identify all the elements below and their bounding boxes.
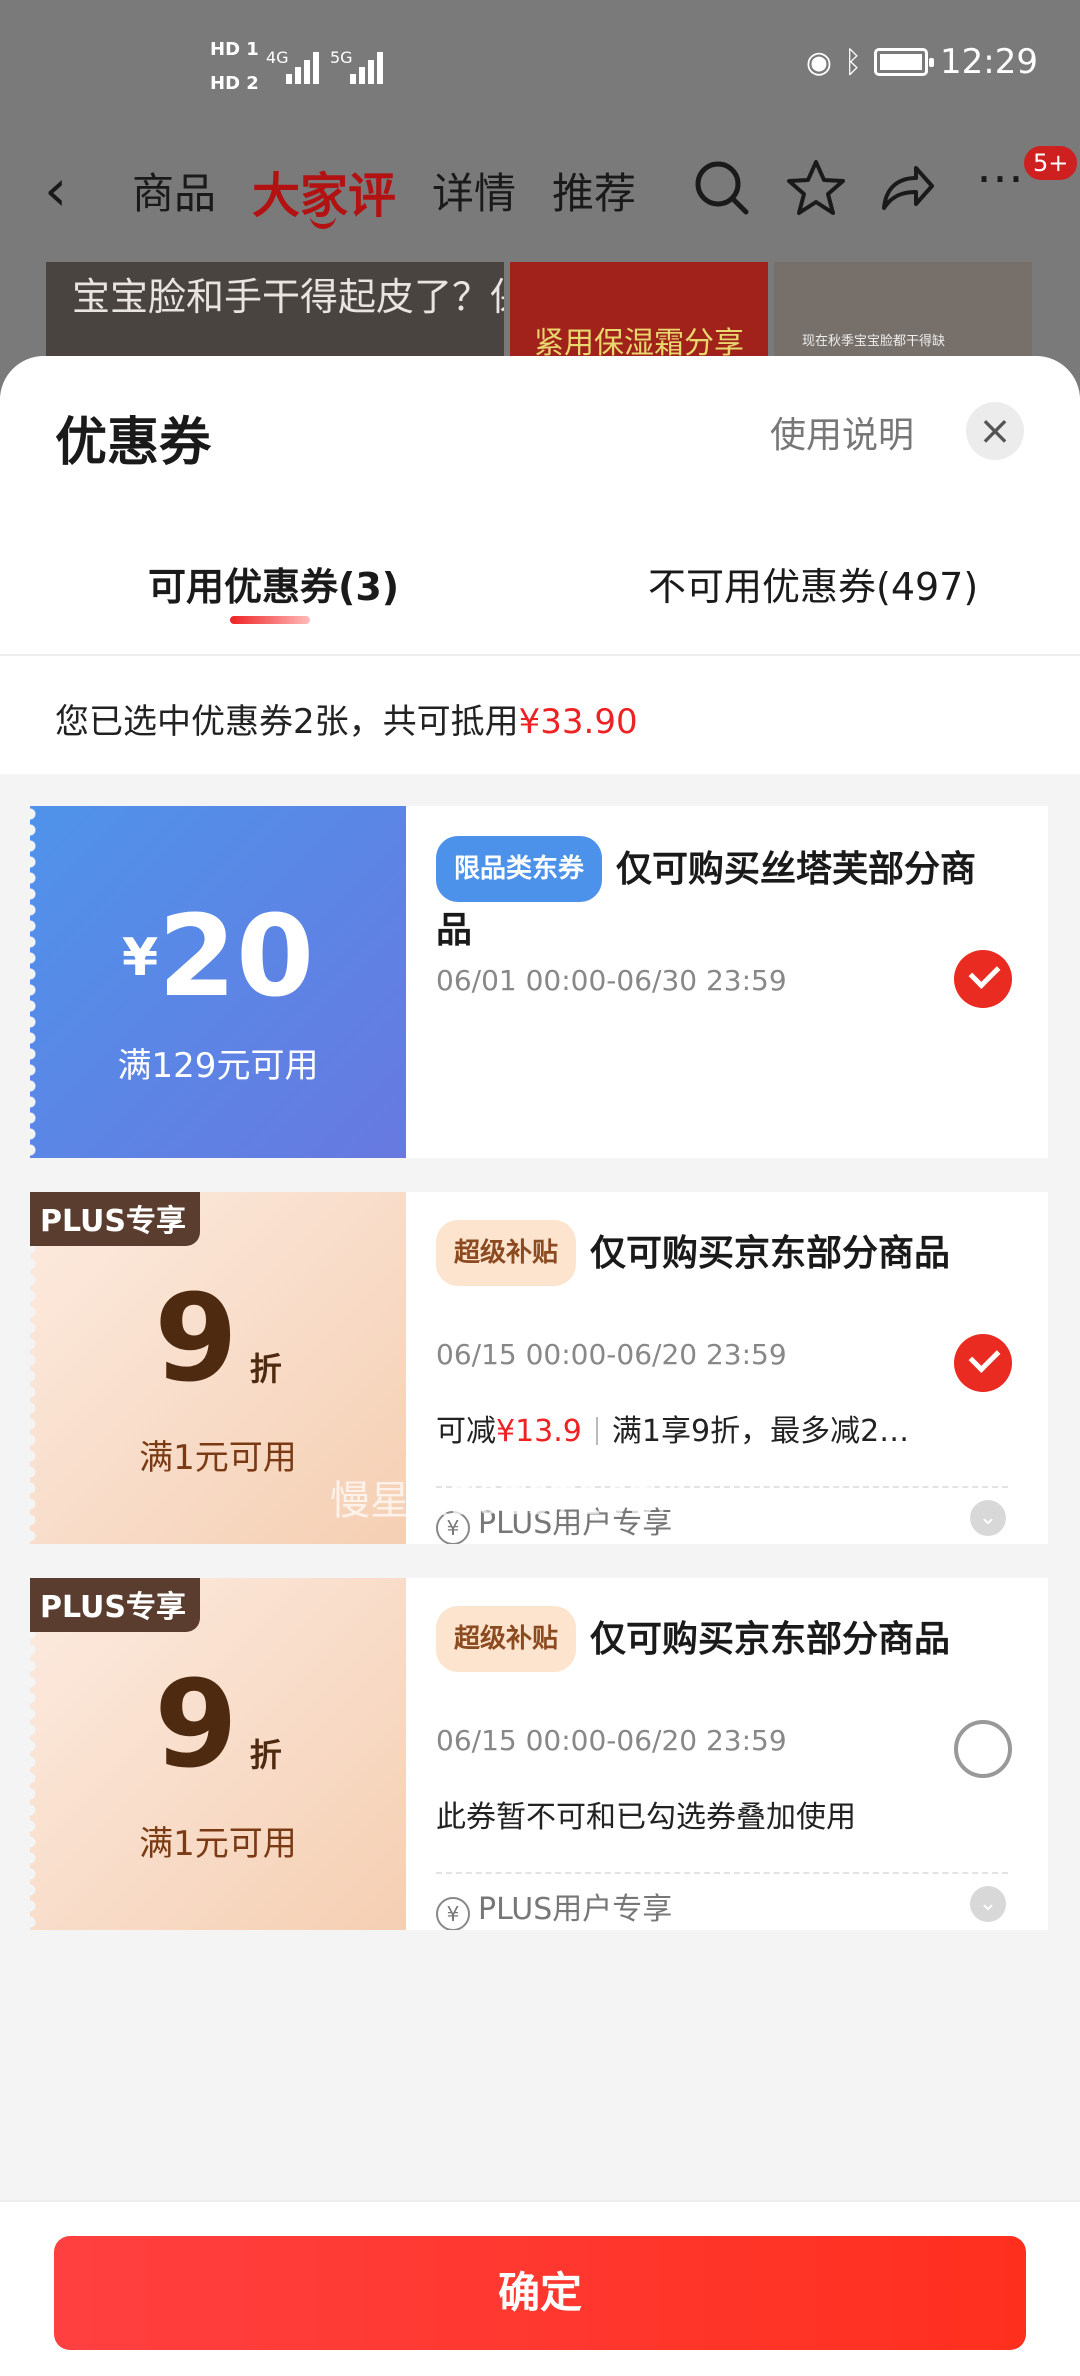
- tab-products[interactable]: 商品: [132, 160, 216, 221]
- coupon-validity: 06/15 00:00-06/20 23:59: [436, 1338, 787, 1371]
- tab-details[interactable]: 详情: [432, 160, 516, 221]
- coupon-condition: 满1元可用: [139, 1824, 297, 1864]
- plus-user-only: ¥ PLUS用户专享: [436, 1884, 672, 1930]
- review-banner-1[interactable]: 宝宝脸和手干得起皮了？保湿神器大白罐…: [46, 262, 504, 362]
- review-banner-3[interactable]: 现在秋季宝宝脸都干得缺: [774, 262, 1032, 362]
- coupon-title: 限品类东券 仅可购买丝塔芙部分商品: [436, 836, 988, 960]
- coupon-savings: 可减¥13.9 满1享9折，最多减2…: [436, 1414, 910, 1449]
- battery-icon: [874, 48, 935, 76]
- close-icon[interactable]: ×: [966, 402, 1024, 460]
- plus-exclusive-tag: PLUS专享: [30, 1192, 201, 1246]
- signal-bars-icon: [286, 48, 324, 84]
- chevron-down-icon[interactable]: ⌄: [970, 1886, 1006, 1922]
- plus-exclusive-tag: PLUS专享: [30, 1578, 201, 1632]
- coupon-checkbox-checked[interactable]: [954, 950, 1012, 1008]
- coupon-stack-note: 此券暂不可和已勾选券叠加使用: [436, 1800, 856, 1835]
- watermark: 慢星人5035716BN: [330, 1478, 686, 1524]
- coupon-tag: 超级补贴: [436, 1606, 577, 1672]
- tab-available-coupons[interactable]: 可用优惠券(3): [148, 556, 399, 611]
- coupon-card[interactable]: PLUS专享 9折 满1元可用 超级补贴 仅可购买京东部分商品 06/15 00:…: [30, 1578, 1048, 1930]
- sheet-footer: 确定: [0, 2200, 1080, 2376]
- sim-indicator: HD 1 HD 2: [210, 39, 259, 94]
- back-arrow-icon[interactable]: ‹: [44, 156, 67, 224]
- coupon-condition: 满129元可用: [117, 1046, 319, 1086]
- search-icon[interactable]: [690, 156, 754, 220]
- more-icon[interactable]: ⋯: [976, 150, 1024, 206]
- coupon-tag: 超级补贴: [436, 1220, 577, 1286]
- summary-amount: ¥33.90: [518, 702, 638, 742]
- coupon-discount: 9折: [154, 1656, 282, 1795]
- eye-icon: ◉: [805, 44, 833, 80]
- coupon-checkbox-checked[interactable]: [954, 1334, 1012, 1392]
- review-banner-2[interactable]: 紧用保湿霜分享: [510, 262, 768, 362]
- notification-badge: 5+: [1022, 144, 1080, 182]
- coupon-value-panel: PLUS专享 9折 满1元可用: [30, 1578, 406, 1930]
- star-icon[interactable]: [784, 156, 848, 220]
- status-bar: HD 1 HD 2 4G 5G ◉ ᛒ 12:29: [0, 0, 1080, 130]
- selection-summary: 您已选中优惠券2张，共可抵用¥33.90: [0, 656, 1080, 774]
- coupon-card[interactable]: ¥20 满129元可用 限品类东券 仅可购买丝塔芙部分商品 06/01 00:00…: [30, 806, 1048, 1158]
- coupon-discount: 9折: [154, 1270, 282, 1409]
- coupon-validity: 06/01 00:00-06/30 23:59: [436, 964, 787, 997]
- coupon-amount: ¥20: [121, 892, 315, 1022]
- coupon-sheet: 优惠券 使用说明 × 可用优惠券(3) 不可用优惠券(497) 您已选中优惠券2…: [0, 356, 1080, 2376]
- bluetooth-icon: ᛒ: [844, 44, 863, 80]
- coupon-checkbox-unchecked[interactable]: [954, 1720, 1012, 1778]
- coupon-validity: 06/15 00:00-06/20 23:59: [436, 1724, 787, 1757]
- usage-instructions-link[interactable]: 使用说明: [770, 406, 914, 458]
- confirm-button[interactable]: 确定: [54, 2236, 1026, 2350]
- tab-recommend[interactable]: 推荐: [552, 160, 636, 221]
- summary-text: 您已选中优惠券2张，共可抵用: [55, 702, 519, 742]
- coupon-title: 超级补贴 仅可购买京东部分商品: [436, 1220, 988, 1286]
- sheet-title: 优惠券: [55, 413, 212, 473]
- tab-underline: [230, 616, 310, 624]
- tab-unavailable-coupons[interactable]: 不可用优惠券(497): [648, 556, 978, 611]
- coupon-tag: 限品类东券: [436, 836, 603, 902]
- signal-bars-icon-2: [350, 48, 388, 84]
- yen-circle-icon: ¥: [436, 1897, 470, 1930]
- sheet-header: 优惠券 使用说明 × 可用优惠券(3) 不可用优惠券(497): [0, 356, 1080, 656]
- active-tab-indicator: [310, 215, 336, 229]
- coupon-title: 超级补贴 仅可购买京东部分商品: [436, 1606, 988, 1672]
- chevron-down-icon[interactable]: ⌄: [970, 1500, 1006, 1536]
- product-nav-bar: ‹ 商品 大家评 详情 推荐 ⋯: [0, 130, 1080, 250]
- coupon-value-panel: ¥20 满129元可用: [30, 806, 406, 1158]
- share-icon[interactable]: [874, 156, 938, 220]
- clock: 12:29: [940, 42, 1038, 82]
